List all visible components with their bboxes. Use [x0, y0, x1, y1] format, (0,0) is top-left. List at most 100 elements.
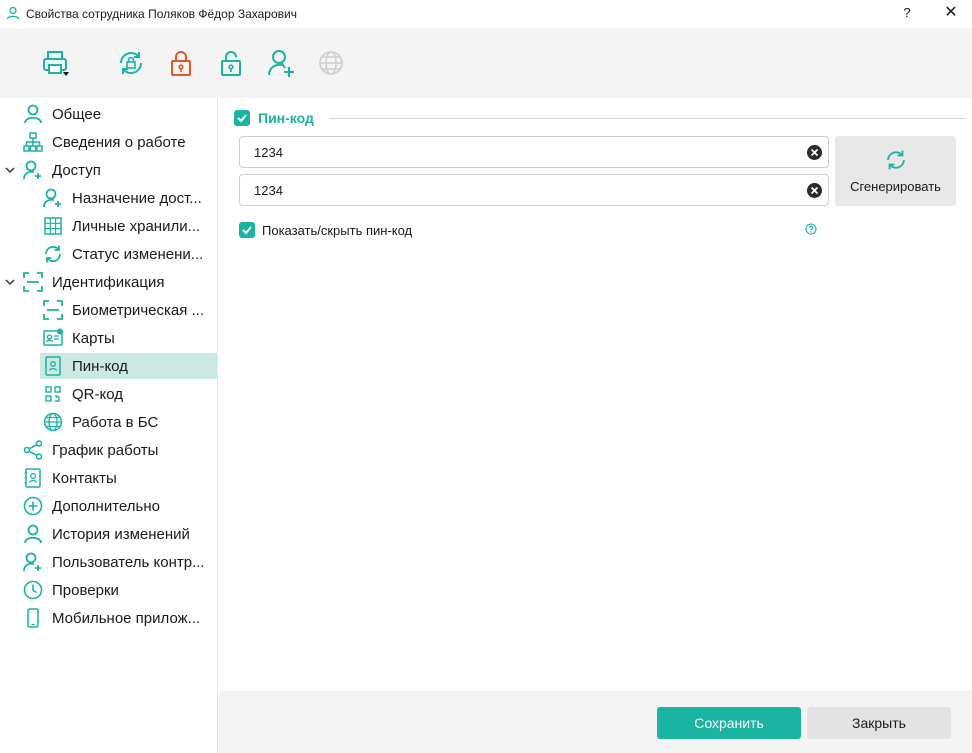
user-add-icon: [268, 50, 294, 77]
sidebar-item-label: Пользователь контр...: [52, 553, 205, 571]
sidebar-item-label: Биометрическая ...: [72, 301, 204, 319]
print-button[interactable]: [38, 46, 72, 80]
pin-confirm-input-value: 1234: [254, 182, 283, 198]
sidebar-item-controller-user[interactable]: Пользователь контр...: [22, 549, 216, 575]
dialog-footer: Сохранить Закрыть: [219, 690, 972, 753]
sidebar-item-personal-storage[interactable]: Личные хранили...: [42, 213, 216, 239]
user-add-icon: [42, 187, 64, 209]
phone-icon: [22, 607, 44, 629]
sidebar: Общее Сведения о работе Доступ Назначени…: [0, 98, 218, 753]
sidebar-item-pin-code[interactable]: Пин-код: [40, 353, 217, 379]
check-icon: [242, 226, 252, 235]
sidebar-item-label: Карты: [72, 329, 115, 347]
close-icon: [810, 148, 819, 157]
sidebar-item-biometric[interactable]: Биометрическая ...: [42, 297, 216, 323]
sidebar-item-label: Сведения о работе: [52, 133, 186, 151]
close-window-button[interactable]: ✕: [940, 3, 962, 23]
sidebar-item-change-status[interactable]: Статус изменени...: [42, 241, 216, 267]
toolbar: [0, 28, 972, 98]
org-chart-icon: [22, 131, 44, 153]
qr-icon: [42, 383, 64, 405]
lock-open-icon: [221, 51, 241, 76]
sidebar-item-checks[interactable]: Проверки: [22, 577, 216, 603]
chevron-down-icon[interactable]: [4, 164, 16, 176]
refresh-icon: [42, 243, 64, 265]
pin-confirm-input[interactable]: 1234: [239, 174, 829, 206]
sidebar-item-label: Идентификация: [52, 273, 165, 291]
clear-pin-button[interactable]: [807, 145, 822, 160]
user-add-icon: [22, 551, 44, 573]
show-hide-pin-row: Показать/скрыть пин-код: [239, 222, 412, 238]
sidebar-item-label: Проверки: [52, 581, 119, 599]
divider: [329, 118, 965, 119]
sync-lock-icon: [120, 52, 142, 74]
sidebar-item-bs-work[interactable]: Работа в БС: [42, 409, 216, 435]
check-icon: [237, 114, 247, 123]
sidebar-item-label: История изменений: [52, 525, 190, 543]
globe-icon: [319, 51, 343, 75]
user-icon: [22, 523, 44, 545]
user-key-icon: [22, 159, 44, 181]
sidebar-item-label: QR-код: [72, 385, 123, 403]
sidebar-item-qr-code[interactable]: QR-код: [42, 381, 216, 407]
assign-access-button[interactable]: [264, 46, 298, 80]
print-icon: [43, 51, 69, 76]
pin-code-enabled-checkbox[interactable]: [234, 110, 250, 126]
clear-pin-confirm-button[interactable]: [807, 183, 822, 198]
help-icon[interactable]: [805, 223, 817, 235]
pin-input-value: 1234: [254, 144, 283, 160]
sidebar-item-label: Пин-код: [72, 357, 128, 375]
sidebar-item-schedule[interactable]: График работы: [22, 437, 216, 463]
sidebar-item-general[interactable]: Общее: [22, 101, 216, 127]
lock-button[interactable]: [164, 46, 198, 80]
id-card-icon: [42, 327, 64, 349]
sidebar-item-access[interactable]: Доступ: [22, 157, 216, 183]
sidebar-item-work-info[interactable]: Сведения о работе: [22, 129, 216, 155]
sync-lock-button[interactable]: [114, 46, 148, 80]
pin-code-section-header: Пин-код: [234, 109, 314, 127]
sidebar-item-label: Контакты: [52, 469, 117, 487]
sidebar-item-label: Назначение дост...: [72, 189, 202, 207]
close-button[interactable]: Закрыть: [807, 707, 951, 739]
show-hide-pin-label: Показать/скрыть пин-код: [262, 222, 413, 238]
grid-icon: [42, 215, 64, 237]
pin-input[interactable]: 1234: [239, 136, 829, 168]
sidebar-item-cards[interactable]: Карты: [42, 325, 216, 351]
sidebar-item-label: Общее: [52, 105, 102, 123]
sidebar-item-label: Мобильное прилож...: [52, 609, 201, 627]
globe-button[interactable]: [314, 46, 348, 80]
sidebar-item-additional[interactable]: Дополнительно: [22, 493, 216, 519]
close-icon: [810, 186, 819, 195]
refresh-icon: [886, 150, 905, 169]
generate-button[interactable]: Сгенерировать: [835, 136, 956, 206]
title-bar: Свойства сотрудника Поляков Фёдор Захаро…: [0, 0, 972, 28]
unlock-button[interactable]: [214, 46, 248, 80]
scan-icon: [22, 271, 44, 293]
show-hide-pin-checkbox[interactable]: [239, 222, 255, 238]
scan-icon: [42, 299, 64, 321]
sidebar-item-mobile-app[interactable]: Мобильное прилож...: [22, 605, 216, 631]
sidebar-item-label: Личные хранили...: [72, 217, 201, 235]
globe-icon: [42, 411, 64, 433]
save-button[interactable]: Сохранить: [657, 707, 801, 739]
generate-button-label: Сгенерировать: [850, 178, 941, 194]
clock-icon: [22, 579, 44, 601]
sidebar-item-label: Статус изменени...: [72, 245, 204, 263]
contacts-icon: [22, 467, 44, 489]
user-icon: [22, 103, 44, 125]
sidebar-item-identification[interactable]: Идентификация: [22, 269, 216, 295]
window-title: Свойства сотрудника Поляков Фёдор Захаро…: [26, 7, 297, 21]
sidebar-item-access-assignment[interactable]: Назначение дост...: [42, 185, 216, 211]
sidebar-item-label: Доступ: [52, 161, 101, 179]
help-button[interactable]: ?: [898, 3, 916, 23]
share-icon: [22, 439, 44, 461]
plus-circle-icon: [22, 495, 44, 517]
sidebar-item-label: График работы: [52, 441, 159, 459]
sidebar-item-history[interactable]: История изменений: [22, 521, 216, 547]
sidebar-item-label: Дополнительно: [52, 497, 160, 515]
sidebar-item-label: Работа в БС: [72, 413, 159, 431]
sidebar-item-contacts[interactable]: Контакты: [22, 465, 216, 491]
chevron-down-icon[interactable]: [4, 276, 16, 288]
lock-closed-icon: [171, 51, 191, 76]
section-title: Пин-код: [258, 110, 314, 126]
